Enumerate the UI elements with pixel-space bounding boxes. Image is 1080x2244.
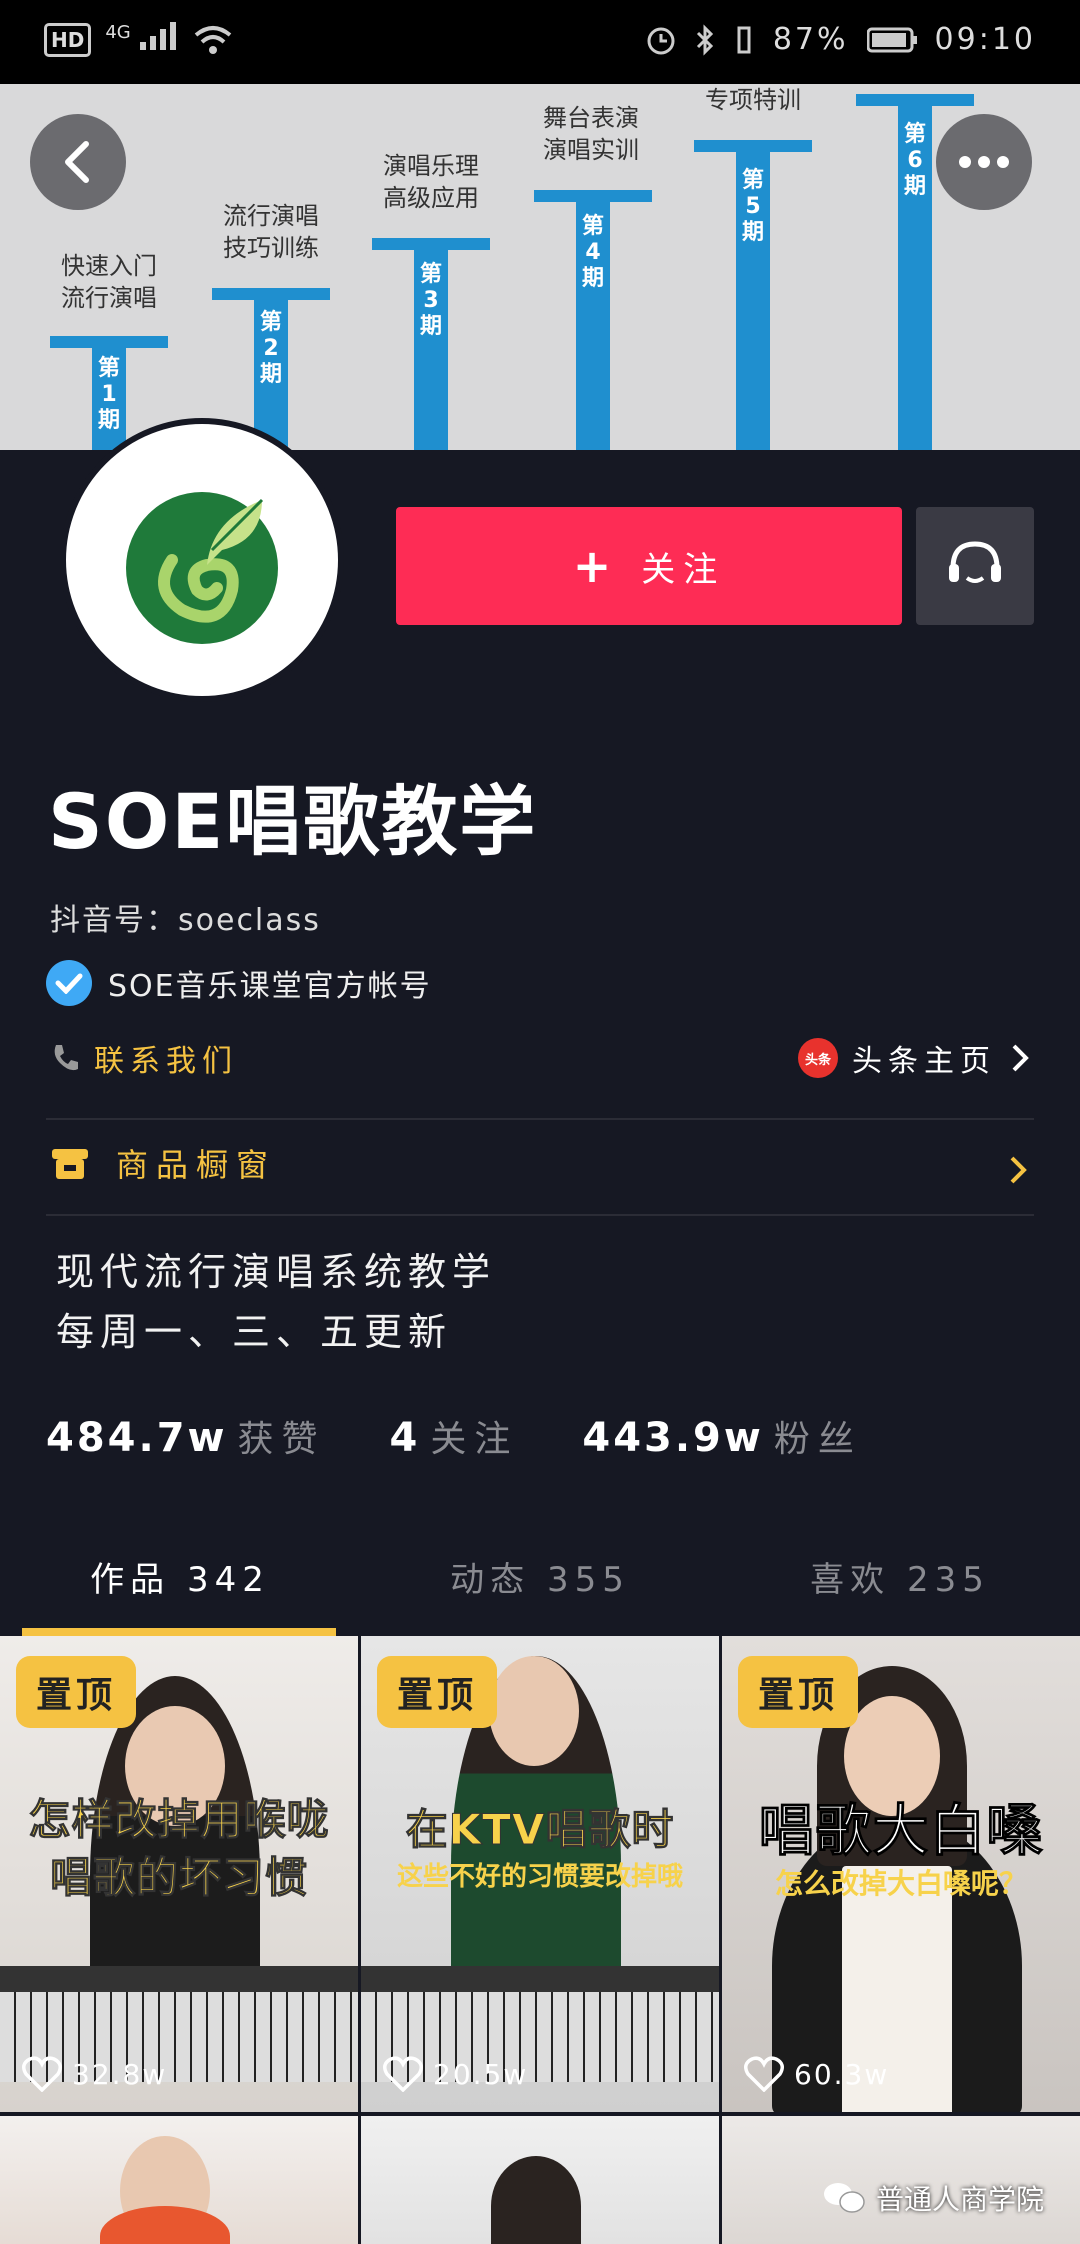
video-thumbnail[interactable]: 置顶 在KTV唱歌时 这些不好的习惯要改掉哦 20.5w (361, 1636, 719, 2112)
toutiao-label: 头条主页 (852, 1044, 996, 1079)
shop-icon (52, 1149, 88, 1179)
video-caption: 唱歌的坏习惯 (49, 1853, 308, 1903)
customer-service-button[interactable] (916, 507, 1034, 625)
pinned-badge: 置顶 (738, 1656, 859, 1728)
wechat-icon (823, 2183, 865, 2213)
vibrate-icon (737, 26, 751, 53)
divider (46, 1118, 1034, 1120)
video-caption: 怎样改掉用喉咙 (28, 1795, 330, 1845)
video-likes: 32.8w (22, 2056, 167, 2092)
video-subcaption: 怎么改掉大白嗓呢？ (774, 1867, 1027, 1900)
verified-icon (46, 960, 92, 1006)
video-caption: 在KTV唱歌时 (405, 1805, 675, 1855)
headset-icon (949, 541, 1001, 583)
video-likes: 20.5w (383, 2056, 528, 2092)
pinned-badge: 置顶 (16, 1656, 137, 1728)
video-thumbnail[interactable]: 置顶 怎样改掉用喉咙 唱歌的坏习惯 32.8w (0, 1636, 358, 2112)
more-button[interactable] (936, 114, 1032, 210)
bluetooth-icon (696, 23, 713, 56)
toutiao-homepage-link[interactable]: 头条 头条主页 (798, 1036, 1030, 1080)
status-bar: HD 4G 87% 09:10 (0, 0, 1080, 84)
banner-period: 第5期 (741, 168, 764, 245)
bio: 现代流行演唱系统教学 每周一、三、五更新 (56, 1242, 496, 1362)
shop-window-link[interactable]: 商品橱窗 (50, 1140, 276, 1186)
tab-works[interactable]: 作品 342 (0, 1540, 360, 1636)
network-indicator: 4G (105, 22, 180, 58)
clock: 09:10 (934, 22, 1036, 57)
wifi-icon (195, 26, 232, 54)
bio-line: 现代流行演唱系统教学 (56, 1250, 497, 1294)
verification: SOE音乐课堂官方帐号 (46, 960, 432, 1006)
watermark: 普通人商学院 (822, 2178, 1044, 2218)
account-name: SOE唱歌教学 (48, 777, 538, 866)
following-stat[interactable]: 4 关注 (390, 1410, 519, 1462)
contact-us-link[interactable]: 联系我们 (50, 1036, 238, 1080)
bio-line: 每周一、三、五更新 (56, 1310, 453, 1354)
more-icon (959, 156, 1009, 168)
banner-period: 第3期 (419, 262, 442, 339)
fans-stat[interactable]: 443.9w 粉丝 (582, 1410, 862, 1462)
hd-badge: HD (44, 23, 92, 57)
video-thumbnail[interactable]: 置顶 唱歌大白嗓 怎么改掉大白嗓呢？ 60.3w (722, 1636, 1080, 2112)
follow-button[interactable]: + 关注 (396, 507, 902, 625)
douyin-id: 抖音号：soeclass (50, 903, 321, 938)
alarm-icon (647, 27, 675, 54)
banner-period: 第4期 (581, 214, 604, 291)
banner-period: 第2期 (259, 310, 282, 387)
toutiao-icon: 头条 (798, 1038, 838, 1078)
phone-icon (54, 1045, 78, 1071)
chevron-right-icon (1012, 1044, 1029, 1072)
heart-icon (22, 2056, 62, 2092)
stats: 484.7w 获赞 4 关注 443.9w 粉丝 (46, 1410, 862, 1462)
back-button[interactable] (30, 114, 126, 210)
chevron-left-icon (65, 141, 89, 183)
video-likes: 60.3w (744, 2056, 889, 2092)
pinned-badge: 置顶 (377, 1656, 498, 1728)
signal-icon (140, 22, 177, 50)
plus-icon: + (572, 539, 620, 593)
banner-period: 第6期 (903, 122, 926, 199)
battery-percent: 87% (772, 22, 849, 57)
tab-posts[interactable]: 动态 355 (360, 1540, 720, 1636)
likes-stat: 484.7w 获赞 (46, 1415, 326, 1461)
follow-label: 关注 (641, 549, 726, 590)
verified-text: SOE音乐课堂官方帐号 (108, 969, 432, 1004)
battery-icon (866, 27, 917, 52)
video-caption: 唱歌大白嗓 (758, 1799, 1044, 1865)
profile-banner: 快速入门 流行演唱 第1期 流行演唱 技巧训练 第2期 演唱乐理 高级应用 第3期 舞… (0, 84, 1080, 450)
avatar[interactable] (60, 418, 344, 702)
active-tab-indicator (22, 1628, 336, 1636)
video-thumbnail[interactable] (0, 2116, 358, 2244)
tab-likes[interactable]: 喜欢 235 (720, 1540, 1080, 1636)
content-tabs: 作品 342 动态 355 喜欢 235 (0, 1540, 1080, 1636)
contact-label: 联系我们 (94, 1044, 238, 1079)
banner-period: 第1期 (97, 356, 120, 433)
logo-icon (126, 492, 278, 644)
video-thumbnail[interactable] (361, 2116, 719, 2244)
video-subcaption: 这些不好的习惯要改掉哦 (396, 1862, 683, 1892)
heart-icon (744, 2056, 784, 2092)
shop-label: 商品橱窗 (116, 1146, 277, 1184)
divider (46, 1214, 1034, 1216)
chevron-right-icon (1010, 1156, 1027, 1184)
heart-icon (383, 2056, 423, 2092)
